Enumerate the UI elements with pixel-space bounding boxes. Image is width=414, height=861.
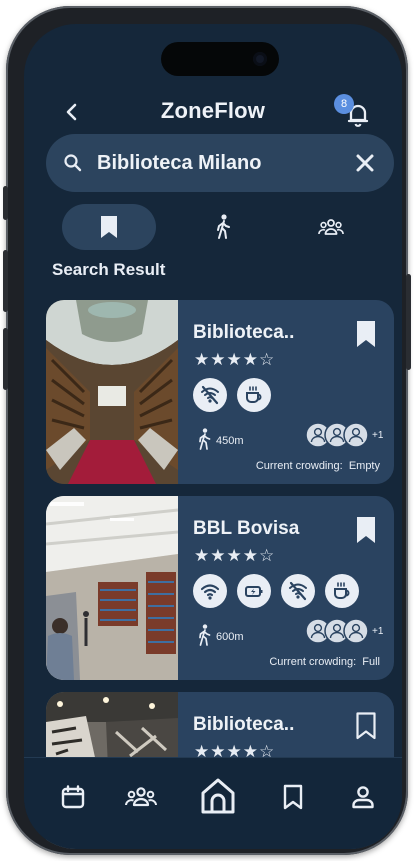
- camera-icon: [253, 52, 267, 66]
- crowding-value: Empty: [348, 460, 380, 472]
- tab-saved[interactable]: [62, 204, 156, 250]
- distance-label: 600m: [216, 631, 244, 643]
- crowding-label: Current crowding:: [255, 460, 343, 472]
- bookmark-icon: [101, 216, 117, 238]
- charging-icon: [237, 574, 271, 608]
- library-photo: [46, 300, 178, 484]
- distance-label: 450m: [216, 435, 244, 447]
- volume-up-button: [3, 250, 8, 312]
- phone-frame: ZoneFlow 8 Biblioteca Milano Search Resu…: [3, 6, 411, 855]
- close-icon[interactable]: [354, 152, 376, 174]
- search-bar[interactable]: [46, 134, 394, 192]
- search-input[interactable]: [97, 147, 347, 179]
- walk-icon: [199, 428, 211, 450]
- crowd-avatars-icon: [305, 422, 369, 448]
- crowding-status: Current crowding: Full: [269, 656, 380, 668]
- crowding-label: Current crowding:: [269, 656, 357, 668]
- result-card[interactable]: Biblioteca.. ★★★★☆: [46, 300, 394, 484]
- bookmark-icon[interactable]: [354, 320, 378, 348]
- rating-stars: ★★★★☆: [194, 546, 276, 566]
- crowd-avatars-icon: [305, 618, 369, 644]
- rating-stars: ★★★★☆: [194, 350, 276, 370]
- tab-groups[interactable]: [306, 204, 356, 250]
- search-icon: [64, 154, 82, 172]
- nav-calendar[interactable]: [56, 780, 90, 814]
- group-icon: [318, 219, 344, 235]
- crowding-value: Full: [362, 656, 380, 668]
- crowding-status: Current crowding: Empty: [256, 460, 380, 472]
- card-title: BBL Bovisa: [193, 518, 300, 539]
- bookmark-icon: [283, 784, 303, 810]
- card-title: Biblioteca..: [193, 322, 295, 343]
- coffee-icon: [325, 574, 359, 608]
- bookmark-outline-icon[interactable]: [354, 712, 378, 740]
- nav-profile[interactable]: [346, 780, 380, 814]
- no-wifi-icon: [281, 574, 315, 608]
- volume-down-button: [3, 328, 8, 390]
- calendar-icon: [61, 785, 85, 809]
- nav-groups[interactable]: [124, 780, 158, 814]
- app-header: ZoneFlow 8: [24, 94, 402, 130]
- result-card[interactable]: BBL Bovisa ★★★★☆ 600m +1 Current crowdin…: [46, 496, 394, 680]
- card-title: Biblioteca..: [193, 714, 295, 735]
- group-icon: [125, 787, 157, 807]
- filter-tabs: [24, 204, 402, 252]
- tab-walking[interactable]: [198, 204, 248, 250]
- amenity-list: [193, 378, 271, 412]
- notifications-button[interactable]: 8: [334, 94, 372, 128]
- notification-badge: 8: [334, 94, 354, 114]
- mute-switch: [3, 186, 8, 220]
- app-screen: ZoneFlow 8 Biblioteca Milano Search Resu…: [24, 24, 402, 849]
- bookmark-icon[interactable]: [354, 516, 378, 544]
- nav-saved[interactable]: [276, 780, 310, 814]
- walk-icon: [217, 214, 230, 239]
- home-icon: [201, 778, 235, 814]
- profile-icon: [352, 786, 374, 809]
- wifi-icon: [193, 574, 227, 608]
- section-heading: Search Result: [52, 260, 166, 279]
- power-button: [406, 274, 411, 370]
- dynamic-island: [161, 42, 279, 76]
- extra-people-count: +1: [372, 626, 384, 637]
- walk-icon: [199, 624, 211, 646]
- nav-home[interactable]: [196, 774, 240, 818]
- library-photo: [46, 496, 178, 680]
- amenity-list: [193, 574, 359, 608]
- coffee-icon: [237, 378, 271, 412]
- bottom-nav: [24, 757, 402, 849]
- extra-people-count: +1: [372, 430, 384, 441]
- no-wifi-icon: [193, 378, 227, 412]
